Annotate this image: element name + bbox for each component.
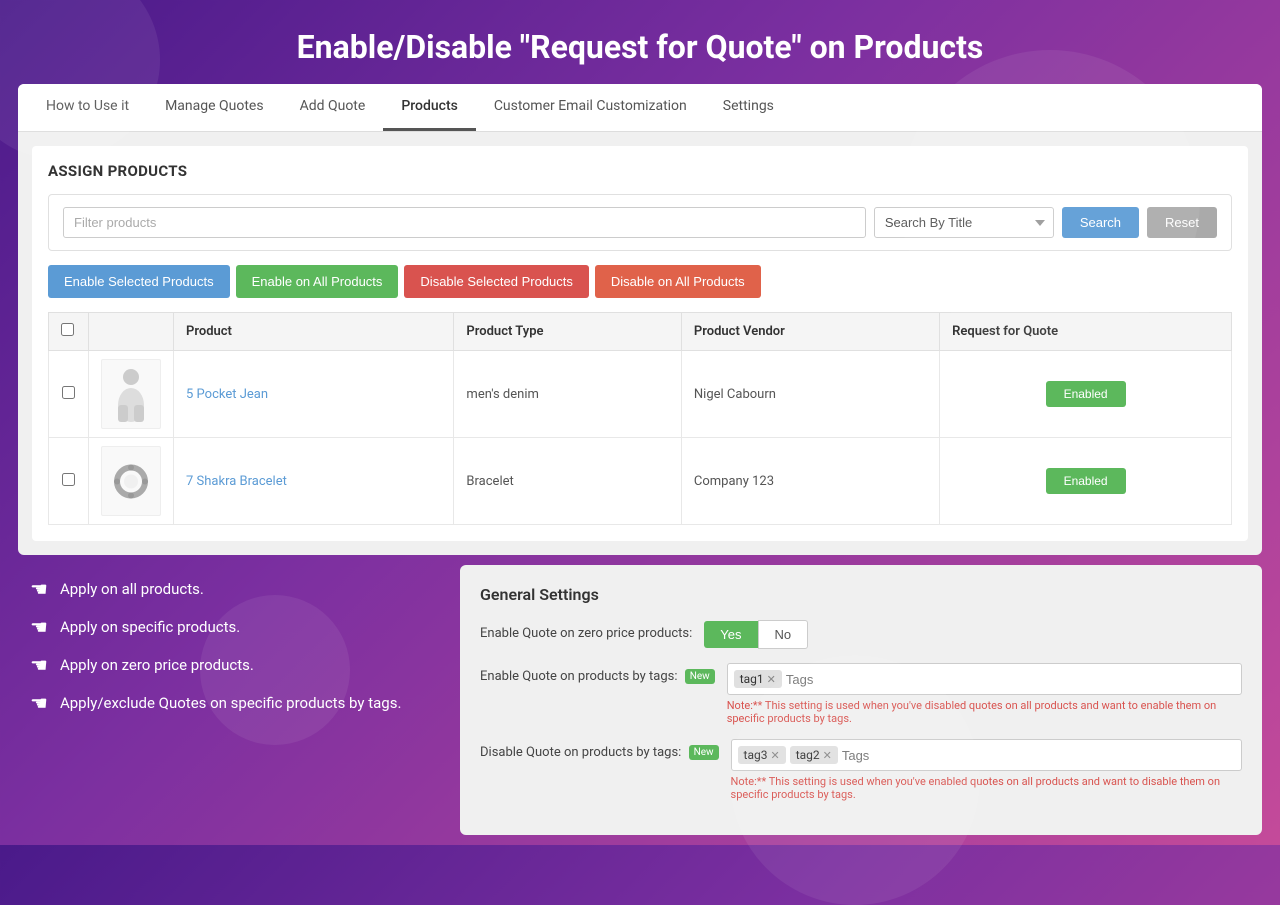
tag-label: tag3 — [744, 748, 768, 762]
main-card: How to Use it Manage Quotes Add Quote Pr… — [18, 84, 1262, 555]
feature-item: ☚ Apply on zero price products. — [30, 653, 430, 677]
filter-input[interactable] — [63, 207, 866, 238]
disable-tags-note: Note:** This setting is used when you've… — [731, 775, 1242, 801]
feature-text: Apply on zero price products. — [60, 656, 254, 674]
enable-tags-value: tag1 ✕ Note:** This setting is used when… — [727, 663, 1242, 725]
tab-bar: How to Use it Manage Quotes Add Quote Pr… — [18, 84, 1262, 132]
enable-tags-row: Enable Quote on products by tags: New ta… — [480, 663, 1242, 725]
features-list: ☚ Apply on all products. ☚ Apply on spec… — [0, 555, 460, 845]
arrow-icon: ☚ — [30, 577, 48, 601]
zero-price-value: YesNo — [704, 620, 1242, 649]
feature-text: Apply/exclude Quotes on specific product… — [60, 694, 401, 712]
products-table: Product Product Type Product Vendor Requ… — [48, 312, 1232, 525]
tab-products[interactable]: Products — [383, 84, 476, 131]
product-link[interactable]: 5 Pocket Jean — [186, 387, 268, 402]
disable-tags-value: tag3 ✕ tag2 ✕ Note:** This setting is us… — [731, 739, 1242, 801]
content-area: ASSIGN PRODUCTS Search By Title Search B… — [32, 146, 1248, 541]
rfq-status-cell: Enabled — [940, 351, 1232, 438]
enable-all-button[interactable]: Enable on All Products — [236, 265, 399, 298]
search-button[interactable]: Search — [1062, 207, 1139, 238]
th-rfq: Request for Quote — [940, 313, 1232, 351]
rfq-status-badge[interactable]: Enabled — [1046, 381, 1126, 407]
product-type-cell: men's denim — [454, 351, 681, 438]
page-title: Enable/Disable "Request for Quote" on Pr… — [0, 0, 1280, 84]
product-name-cell: 5 Pocket Jean — [174, 351, 454, 438]
tag-text-input[interactable] — [786, 672, 1235, 687]
enable-selected-button[interactable]: Enable Selected Products — [48, 265, 230, 298]
product-img-svg — [111, 454, 151, 509]
arrow-icon: ☚ — [30, 615, 48, 639]
row-checkbox[interactable] — [62, 473, 75, 486]
product-image-cell — [89, 438, 174, 525]
section-title: ASSIGN PRODUCTS — [48, 162, 1232, 180]
product-link[interactable]: 7 Shakra Bracelet — [186, 474, 287, 489]
tag-label: tag2 — [796, 748, 820, 762]
product-type-cell: Bracelet — [454, 438, 681, 525]
tag-remove[interactable]: ✕ — [770, 749, 779, 762]
row-checkbox-cell — [49, 351, 89, 438]
row-checkbox[interactable] — [62, 386, 75, 399]
no-button[interactable]: No — [758, 620, 809, 649]
tab-customer-email[interactable]: Customer Email Customization — [476, 84, 705, 131]
th-image — [89, 313, 174, 351]
product-vendor-cell: Company 123 — [681, 438, 939, 525]
search-bar: Search By Title Search By Vendor Search … — [48, 194, 1232, 251]
action-buttons: Enable Selected Products Enable on All P… — [48, 265, 1232, 298]
tab-manage-quotes[interactable]: Manage Quotes — [147, 84, 282, 131]
tab-how-to-use[interactable]: How to Use it — [28, 84, 147, 131]
product-img-svg — [111, 367, 151, 422]
product-vendor-cell: Nigel Cabourn — [681, 351, 939, 438]
tag-label: tag1 — [740, 672, 764, 686]
tag-item: tag3 ✕ — [738, 746, 786, 764]
rfq-status-cell: Enabled — [940, 438, 1232, 525]
enable-tags-label: Enable Quote on products by tags: New — [480, 663, 715, 684]
settings-panel: General Settings Enable Quote on zero pr… — [460, 565, 1262, 835]
tag-item: tag1 ✕ — [734, 670, 782, 688]
bottom-section: ☚ Apply on all products. ☚ Apply on spec… — [0, 555, 1280, 845]
new-badge: New — [689, 745, 719, 760]
zero-price-label: Enable Quote on zero price products: — [480, 620, 692, 641]
th-product-type: Product Type — [454, 313, 681, 351]
yes-button[interactable]: Yes — [704, 621, 757, 648]
feature-item: ☚ Apply/exclude Quotes on specific produ… — [30, 691, 430, 715]
disable-selected-button[interactable]: Disable Selected Products — [404, 265, 588, 298]
new-badge: New — [685, 669, 715, 684]
enable-tags-note: Note:** This setting is used when you've… — [727, 699, 1242, 725]
disable-tags-label: Disable Quote on products by tags: New — [480, 739, 719, 760]
feature-item: ☚ Apply on specific products. — [30, 615, 430, 639]
th-checkbox — [49, 313, 89, 351]
product-image — [101, 359, 161, 429]
select-all-checkbox[interactable] — [61, 323, 74, 336]
arrow-icon: ☚ — [30, 653, 48, 677]
th-product-vendor: Product Vendor — [681, 313, 939, 351]
feature-text: Apply on specific products. — [60, 618, 240, 636]
tag-remove[interactable]: ✕ — [823, 749, 832, 762]
zero-price-row: Enable Quote on zero price products: Yes… — [480, 620, 1242, 649]
settings-title: General Settings — [480, 585, 1242, 604]
product-image-cell — [89, 351, 174, 438]
disable-tags-row: Disable Quote on products by tags: New t… — [480, 739, 1242, 801]
disable-tags-input[interactable]: tag3 ✕ tag2 ✕ — [731, 739, 1242, 771]
disable-all-button[interactable]: Disable on All Products — [595, 265, 761, 298]
feature-item: ☚ Apply on all products. — [30, 577, 430, 601]
reset-button[interactable]: Reset — [1147, 207, 1217, 238]
row-checkbox-cell — [49, 438, 89, 525]
tag-text-input[interactable] — [842, 748, 1235, 763]
arrow-icon: ☚ — [30, 691, 48, 715]
feature-text: Apply on all products. — [60, 580, 204, 598]
th-product: Product — [174, 313, 454, 351]
table-row: 5 Pocket Jean men's denim Nigel Cabourn … — [49, 351, 1232, 438]
tag-remove[interactable]: ✕ — [767, 673, 776, 686]
table-row: 7 Shakra Bracelet Bracelet Company 123 E… — [49, 438, 1232, 525]
tab-add-quote[interactable]: Add Quote — [282, 84, 384, 131]
product-image — [101, 446, 161, 516]
rfq-status-badge[interactable]: Enabled — [1046, 468, 1126, 494]
search-select[interactable]: Search By Title Search By Vendor Search … — [874, 207, 1054, 238]
tag-item: tag2 ✕ — [790, 746, 838, 764]
product-name-cell: 7 Shakra Bracelet — [174, 438, 454, 525]
enable-tags-input[interactable]: tag1 ✕ — [727, 663, 1242, 695]
tab-settings[interactable]: Settings — [705, 84, 792, 131]
